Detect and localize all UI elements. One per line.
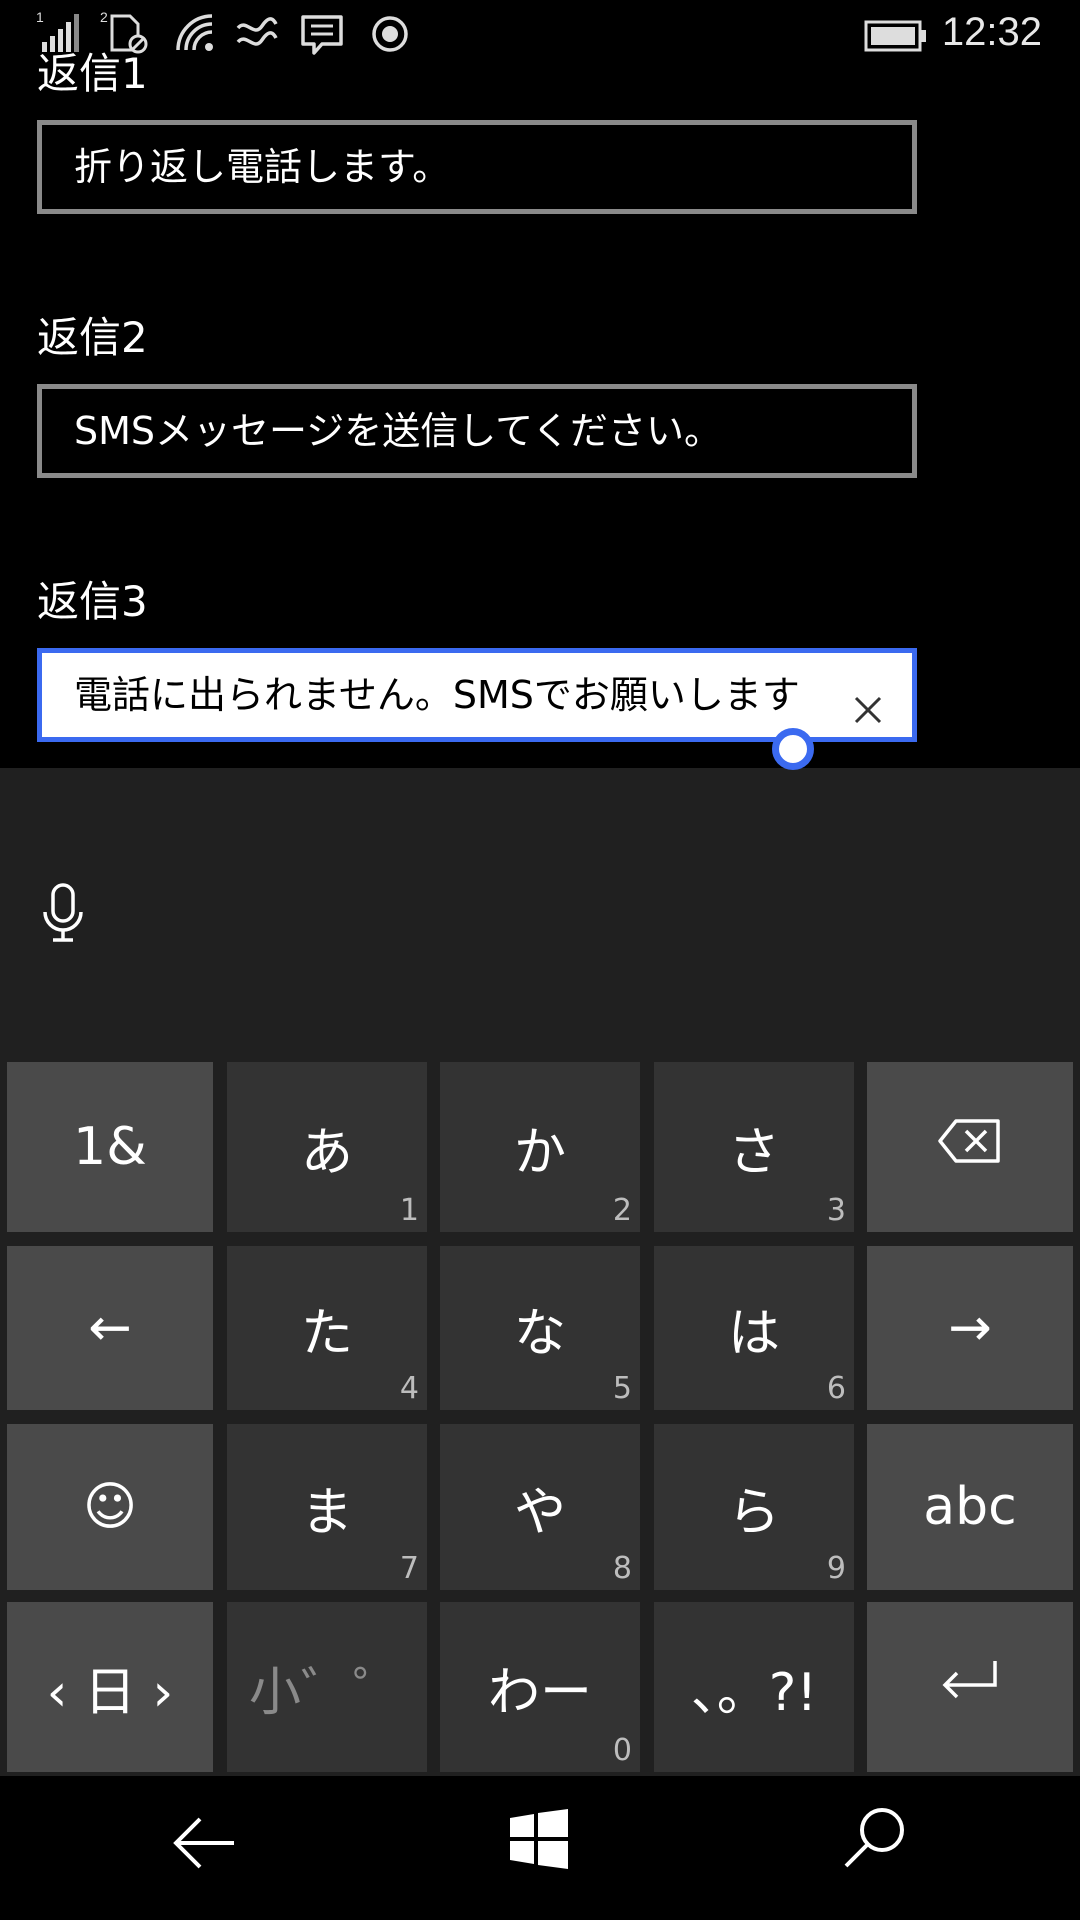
key-ka[interactable]: か2: [440, 1062, 640, 1232]
key-sa[interactable]: さ3: [654, 1062, 854, 1232]
key-label: ←: [88, 1298, 132, 1358]
key-ya[interactable]: や8: [440, 1424, 640, 1590]
key-ta[interactable]: た4: [227, 1246, 427, 1410]
key-digit: 7: [399, 1551, 419, 1586]
reply-1-label: 返信1: [37, 49, 148, 98]
key-na[interactable]: な5: [440, 1246, 640, 1410]
key-label: ら: [727, 1482, 780, 1543]
key-digit: 1: [399, 1193, 419, 1228]
status-bar: 1 2 12:32: [0, 0, 1080, 72]
key-digit: 0: [612, 1733, 632, 1768]
key-emoji[interactable]: ☺: [7, 1424, 213, 1590]
key-label: は: [727, 1303, 780, 1364]
reply-1-value: 折り返し電話します。: [74, 145, 451, 189]
key-numbers-symbols[interactable]: 1&: [7, 1062, 213, 1232]
back-icon[interactable]: [170, 1808, 240, 1882]
windows-icon[interactable]: [508, 1808, 570, 1874]
key-digit: 2: [612, 1193, 632, 1228]
key-label: や: [513, 1482, 566, 1543]
key-digit: 5: [612, 1371, 632, 1406]
key-label: さ: [727, 1122, 780, 1183]
key-digit: 9: [826, 1551, 846, 1586]
key-backspace[interactable]: [867, 1062, 1073, 1232]
reply-2-label: 返信2: [37, 313, 148, 362]
key-label: →: [948, 1298, 992, 1358]
key-digit: 4: [399, 1371, 419, 1406]
key-ha[interactable]: は6: [654, 1246, 854, 1410]
key-ma[interactable]: ま7: [227, 1424, 427, 1590]
reply-3-label: 返信3: [37, 577, 148, 626]
battery-icon: [864, 20, 928, 56]
reply-3-value: 電話に出られません。SMSでお願いします: [74, 673, 800, 717]
key-label: ‹ 日 ›: [46, 1662, 174, 1723]
record-icon: [370, 14, 410, 58]
key-digit: 6: [826, 1371, 846, 1406]
key-cursor-right[interactable]: →: [867, 1246, 1073, 1410]
key-label: 小゛゜: [248, 1662, 405, 1723]
reply-1-input[interactable]: 折り返し電話します。: [37, 120, 917, 214]
key-enter[interactable]: [867, 1602, 1073, 1772]
key-label: 、。?!: [690, 1662, 818, 1723]
selection-handle[interactable]: [772, 728, 814, 770]
nfc-icon: [236, 14, 278, 56]
key-language[interactable]: ‹ 日 ›: [7, 1602, 213, 1772]
clock: 12:32: [941, 10, 1042, 54]
key-a[interactable]: あ1: [227, 1062, 427, 1232]
svg-text:1: 1: [36, 9, 44, 25]
keyboard-panel: 1& あ 1 か 2 さ 3 ← た 4 な 5 は 6 → ☺ ま 7 や 8 ら 9 abc ‹ 日 › 小゛゜ わー 0、。?…: [0, 768, 1080, 1776]
svg-text:2: 2: [100, 9, 108, 25]
key-punctuation[interactable]: 、。?!: [654, 1602, 854, 1772]
key-abc[interactable]: abc: [867, 1424, 1073, 1590]
key-small-dakuten[interactable]: 小゛゜: [227, 1602, 427, 1772]
key-label: 1&: [73, 1117, 147, 1177]
clear-icon[interactable]: [848, 675, 888, 724]
key-digit: 3: [826, 1193, 846, 1228]
reply-3-input[interactable]: 電話に出られません。SMSでお願いします: [37, 648, 917, 742]
key-cursor-left[interactable]: ←: [7, 1246, 213, 1410]
key-label: な: [513, 1303, 566, 1364]
key-label: た: [300, 1303, 353, 1364]
key-label: ま: [300, 1482, 353, 1543]
reply-2-value: SMSメッセージを送信してください。: [74, 409, 722, 453]
key-label: か: [513, 1122, 566, 1183]
key-label: あ: [300, 1122, 353, 1183]
key-digit: 8: [612, 1551, 632, 1586]
key-wa[interactable]: わー 0: [440, 1602, 640, 1772]
key-label: abc: [923, 1477, 1017, 1537]
message-icon: [300, 14, 344, 60]
backspace-icon: [938, 1117, 1002, 1178]
enter-icon: [939, 1657, 1001, 1718]
microphone-icon[interactable]: [40, 882, 86, 950]
key-ra[interactable]: ら9: [654, 1424, 854, 1590]
navigation-bar: [0, 1776, 1080, 1920]
key-label: わー: [487, 1662, 592, 1723]
reply-2-input[interactable]: SMSメッセージを送信してください。: [37, 384, 917, 478]
wifi-icon: [174, 12, 216, 58]
key-label: ☺: [82, 1477, 138, 1537]
search-icon[interactable]: [842, 1804, 908, 1874]
